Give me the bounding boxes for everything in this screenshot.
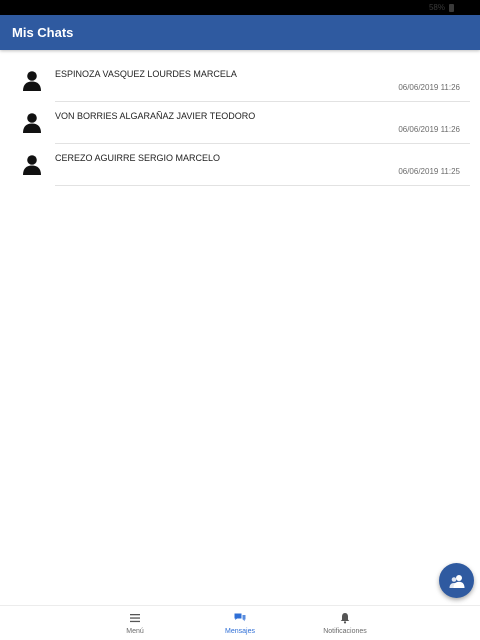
nav-menu[interactable]: Menú xyxy=(90,606,180,640)
chat-timestamp: 06/06/2019 11:26 xyxy=(398,125,460,134)
chat-contact-name: CEREZO AGUIRRE SERGIO MARCELO xyxy=(55,153,221,163)
person-icon xyxy=(23,71,41,91)
chat-contact-name: ESPINOZA VASQUEZ LOURDES MARCELA xyxy=(55,69,237,79)
chat-list-item[interactable]: CEREZO AGUIRRE SERGIO MARCELO 06/06/2019… xyxy=(0,144,480,186)
battery-icon xyxy=(449,3,454,12)
chat-list-item[interactable]: VON BORRIES ALGARAÑAZ JAVIER TEODORO 06/… xyxy=(0,102,480,144)
nav-messages-label: Mensajes xyxy=(225,628,255,635)
chat-list: ESPINOZA VASQUEZ LOURDES MARCELA 06/06/2… xyxy=(0,60,480,186)
nav-menu-label: Menú xyxy=(126,628,144,635)
status-bar: 58% xyxy=(0,0,480,15)
new-group-chat-icon xyxy=(449,574,464,588)
chat-contact-name: VON BORRIES ALGARAÑAZ JAVIER TEODORO xyxy=(55,111,256,121)
battery-percentage: 58% xyxy=(428,3,445,12)
screen: 58% Mis Chats ESPINOZA VASQUEZ LOURDES M… xyxy=(0,0,480,640)
chat-timestamp: 06/06/2019 11:25 xyxy=(398,167,460,176)
bell-icon xyxy=(340,613,350,624)
chat-list-item[interactable]: ESPINOZA VASQUEZ LOURDES MARCELA 06/06/2… xyxy=(0,60,480,102)
nav-notifications[interactable]: Notificaciones xyxy=(300,606,390,640)
divider xyxy=(55,185,470,186)
person-icon xyxy=(23,113,41,133)
menu-icon xyxy=(130,614,140,623)
chat-bubbles-icon xyxy=(234,613,246,622)
person-icon xyxy=(23,155,41,175)
bottom-navigation: Menú Mensajes Notificaciones xyxy=(0,605,480,640)
page-title: Mis Chats xyxy=(12,25,74,40)
app-bar: Mis Chats xyxy=(0,15,480,50)
nav-notifications-label: Notificaciones xyxy=(323,628,367,635)
status-icons: 58% xyxy=(429,3,454,12)
nav-messages[interactable]: Mensajes xyxy=(195,606,285,640)
chat-timestamp: 06/06/2019 11:26 xyxy=(398,83,460,92)
new-chat-fab[interactable] xyxy=(439,563,474,598)
